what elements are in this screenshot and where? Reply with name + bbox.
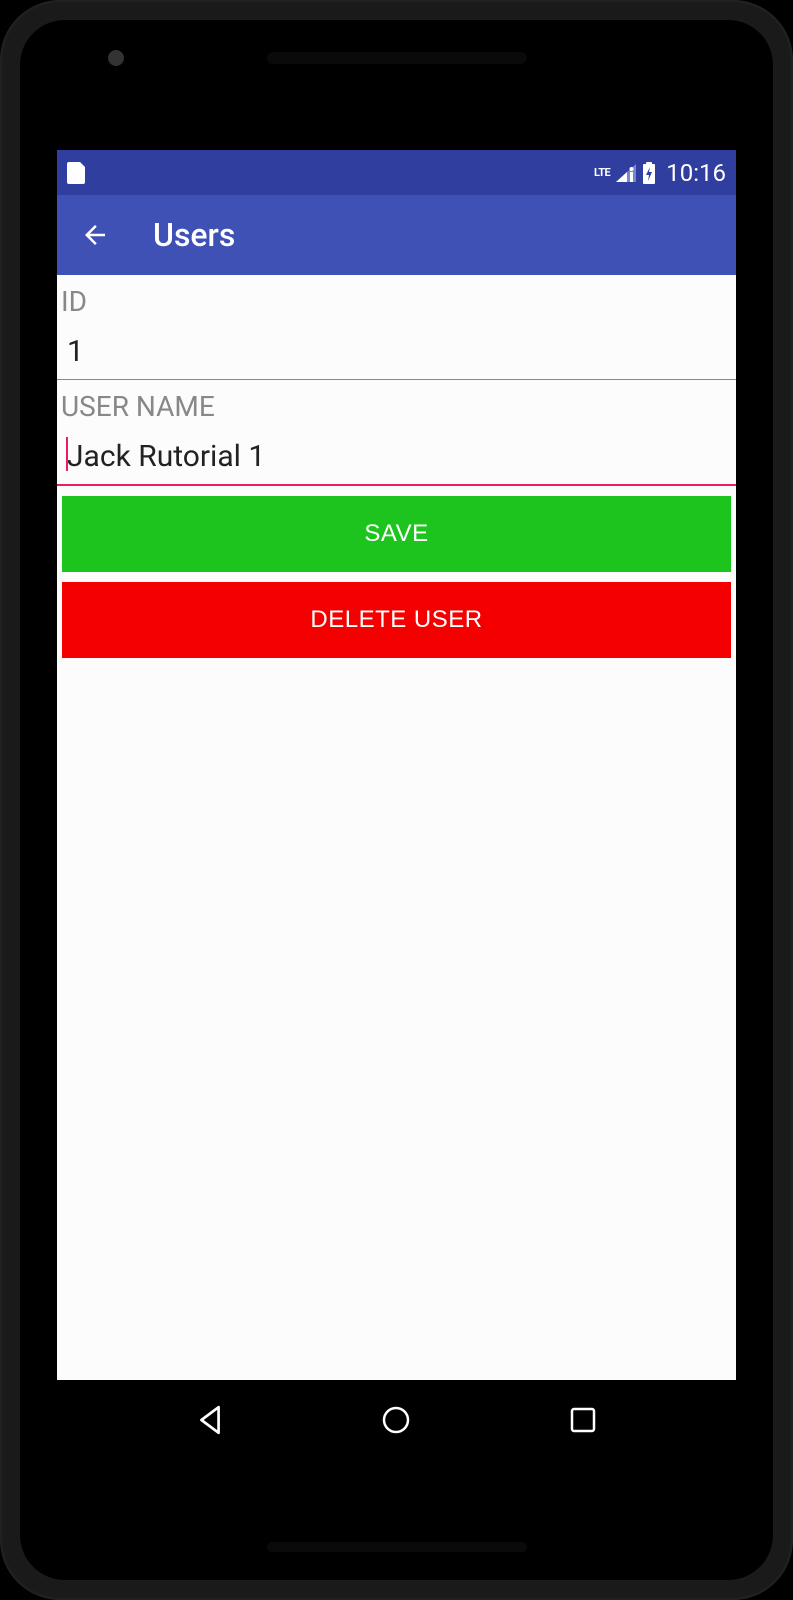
nav-back-button[interactable]: [192, 1402, 228, 1438]
username-label: USER NAME: [57, 380, 736, 427]
status-bar: LTE: [57, 150, 736, 195]
id-label: ID: [57, 275, 736, 322]
app-bar: Users: [57, 195, 736, 275]
username-input[interactable]: [57, 427, 736, 486]
save-button[interactable]: SAVE: [62, 496, 731, 572]
battery-charging-icon: [642, 162, 656, 184]
delete-user-button[interactable]: DELETE USER: [62, 582, 731, 658]
nav-recent-button[interactable]: [565, 1402, 601, 1438]
phone-frame: LTE: [0, 0, 793, 1600]
status-time: 10:16: [666, 159, 726, 187]
navigation-bar: [57, 1380, 736, 1460]
nav-home-button[interactable]: [378, 1402, 414, 1438]
signal-icon: [616, 164, 636, 182]
form-content: ID USER NAME SAVE DELETE USER: [57, 275, 736, 1380]
screen: LTE: [57, 150, 736, 1460]
sd-card-icon: [67, 162, 85, 184]
back-button[interactable]: [77, 217, 113, 253]
circle-home-icon: [380, 1404, 412, 1436]
triangle-back-icon: [197, 1405, 223, 1435]
arrow-left-icon: [80, 220, 110, 250]
network-type-label: LTE: [594, 166, 610, 179]
square-recent-icon: [570, 1407, 596, 1433]
page-title: Users: [153, 216, 235, 254]
id-input[interactable]: [57, 322, 736, 380]
